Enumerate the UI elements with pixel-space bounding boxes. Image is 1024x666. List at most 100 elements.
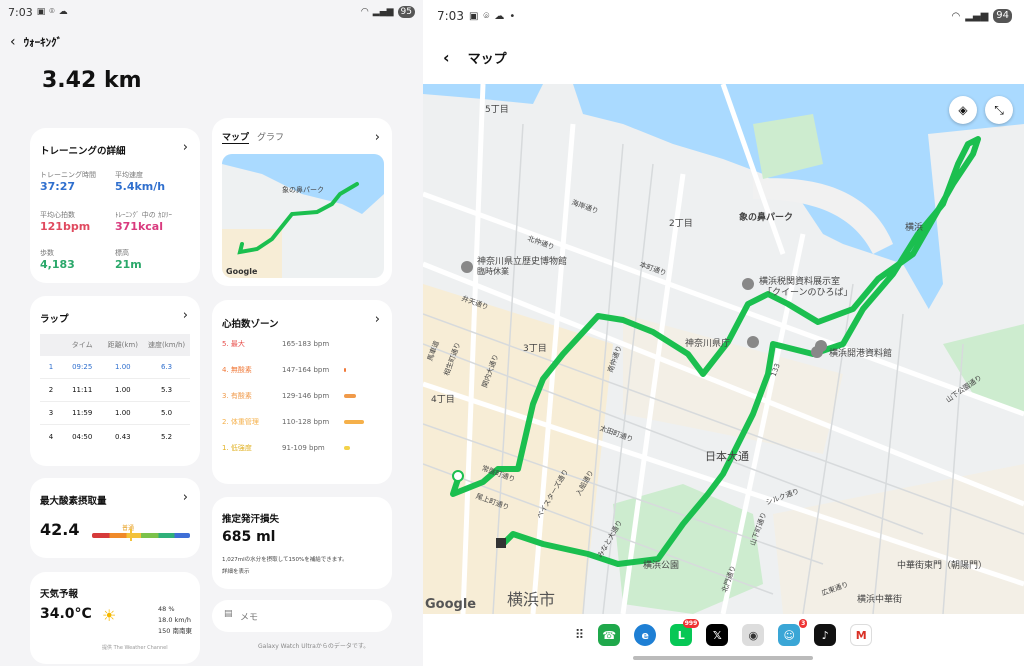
tiktok-app-icon[interactable]: ♪ (814, 624, 837, 646)
weather-direction: 150 南南東 (158, 627, 192, 635)
zone-name: 4. 無酸素 (222, 366, 252, 374)
page-title: ｳｫｰｷﾝｸﾞ (23, 36, 63, 49)
partly-cloudy-icon: ☀ (102, 606, 117, 625)
weather-temp: 34.0°C (40, 606, 92, 622)
location-icon: ⌾ (483, 10, 490, 22)
line-badge: 999 (682, 619, 700, 628)
training-card[interactable]: トレーニングの詳細 › トレーニング時間 37:27 平均速度 5.4km/h … (30, 128, 200, 283)
gesture-handle[interactable] (633, 656, 813, 660)
hr-zone-row: 5. 最大 165-183 bpm (222, 334, 382, 354)
vo2max-title: 最大酸素摂取量 (40, 496, 107, 507)
laps-cell: 1.00 (115, 386, 131, 394)
zone-name: 3. 有酸素 (222, 392, 252, 400)
screenshot-icon: ▣ (468, 10, 479, 22)
back-icon[interactable]: ‹ (443, 48, 450, 67)
collapse-button[interactable]: ⤡ (985, 96, 1013, 124)
sweat-title: 推定発汗損失 (222, 514, 280, 525)
app-drawer-icon[interactable]: ⠿ (575, 628, 585, 643)
training-value: 371kcal (115, 220, 163, 233)
sweat-details-link[interactable]: 詳細を表示 (222, 567, 250, 575)
hr-zones-title: 心拍数ゾーン (222, 319, 279, 330)
training-value: 121bpm (40, 220, 91, 233)
laps-col: 速度(km/h) (147, 341, 186, 349)
map-label: 臨時休業 (477, 267, 509, 276)
x-app-icon[interactable]: 𝕏 (706, 624, 729, 646)
training-label: 歩数 (40, 249, 54, 257)
app-dock: ⠿ ☎ e L 999 𝕏 ◉ ☺ 3 ♪ M (423, 618, 1024, 652)
hr-zones-card[interactable]: 心拍数ゾーン › 5. 最大 165-183 bpm 4. 無酸素 147-16… (212, 300, 392, 484)
vo2max-card[interactable]: 最大酸素摂取量 › 42.4 普通 (30, 478, 200, 558)
chevron-right-icon[interactable]: › (183, 140, 188, 155)
table-row[interactable]: 4 04:50 0.43 5.2 (40, 425, 190, 448)
chevron-right-icon[interactable]: › (183, 308, 188, 323)
training-label: 標高 (115, 249, 129, 257)
table-row[interactable]: 2 11:11 1.00 5.3 (40, 379, 190, 402)
laps-cell: 5.0 (160, 409, 173, 417)
laps-header: タイム 距離(km) 速度(km/h) (40, 334, 190, 356)
edge-app-icon[interactable]: e (634, 624, 657, 646)
camera-app-icon[interactable]: ◉ (742, 624, 765, 646)
tab-graph[interactable]: グラフ (257, 130, 284, 144)
chevron-right-icon[interactable]: › (375, 130, 380, 145)
svg-text:Google: Google (226, 267, 258, 276)
weather-humidity: 48 % (158, 605, 175, 613)
distance-value: 3.42 km (42, 68, 142, 93)
line-app-icon[interactable]: L 999 (670, 619, 700, 646)
hr-zone-row: 3. 有酸素 129-146 bpm (222, 386, 382, 406)
battery-badge: 95 (397, 6, 415, 18)
phone-app-icon[interactable]: ☎ (598, 624, 621, 646)
zone-name: 1. 低強度 (222, 444, 252, 452)
laps-cell: 1 (48, 363, 54, 371)
layers-icon: ◈ (958, 103, 968, 117)
laps-col: 距離(km) (107, 341, 138, 349)
left-pane: 7:03 ▣ ⌾ ☁ ◠ ▂▄▆ 95 ‹ ｳｫｰｷﾝｸﾞ ⋖ ⋮ 3.42 k… (0, 0, 1024, 666)
map-thumbnail[interactable]: 象の鼻パーク Google (222, 154, 384, 278)
laps-cell: 5.3 (160, 386, 173, 394)
training-label: ﾄﾚｰﾆﾝｸﾞ 中の ｶﾛﾘｰ (115, 211, 172, 219)
chevron-right-icon[interactable]: › (183, 490, 188, 505)
memo-card[interactable]: ▤ メモ (212, 600, 392, 632)
laps-table: タイム 距離(km) 速度(km/h) 1 09:25 1.00 6.3 2 1… (40, 334, 190, 448)
back-icon[interactable]: ‹ (10, 34, 16, 50)
location-icon: ⌾ (49, 7, 55, 17)
wifi-icon: ◠ (951, 10, 961, 22)
tab-map[interactable]: マップ (222, 130, 250, 144)
hr-zone-row: 4. 無酸素 147-164 bpm (222, 360, 382, 380)
route-map[interactable]: Google 5丁目 2丁目 3丁目 4丁目 象の鼻パーク 神奈川県立歴史博物館… (423, 84, 1024, 614)
map-label: 中華街東門（朝陽門） (897, 561, 988, 571)
zone-range: 165-183 bpm (282, 340, 330, 348)
laps-cell: 5.2 (160, 432, 173, 441)
map-canvas[interactable]: Google (423, 84, 1024, 614)
table-row[interactable]: 3 11:59 1.00 5.0 (40, 402, 190, 425)
vo2max-scale (92, 533, 190, 538)
training-title: トレーニングの詳細 (40, 146, 126, 157)
chevron-right-icon[interactable]: › (375, 312, 380, 327)
map-pane: 7:03 ▣ ⌾ ☁ • ◠ ▂▄▆ 94 ‹ マップ Google 5丁目 2… (423, 0, 1024, 666)
laps-cell: 0.43 (115, 432, 131, 441)
map-label: 横浜公園 (643, 561, 680, 571)
zone-range: 129-146 bpm (282, 392, 330, 400)
map-header: ‹ マップ (443, 48, 507, 67)
game-app-icon[interactable]: ☺ 3 (778, 619, 808, 646)
zone-bar (344, 420, 364, 424)
training-value: 37:27 (40, 180, 76, 193)
map-preview-card[interactable]: マップ グラフ › 象の鼻パーク Google (212, 118, 392, 286)
signal-icon: ▂▄▆ (965, 10, 989, 22)
dot-icon: • (509, 10, 516, 22)
status-time: 7:03 (437, 9, 464, 23)
collapse-icon: ⤡ (994, 102, 1004, 117)
map-label: 横浜中華街 (857, 595, 903, 605)
map-label: 「クイーンのひろば」 (763, 288, 853, 298)
laps-cell: 2 (48, 386, 54, 394)
laps-card[interactable]: ラップ › タイム 距離(km) 速度(km/h) 1 09:25 1.00 6… (30, 296, 200, 466)
gmail-app-icon[interactable]: M (850, 624, 873, 646)
layers-button[interactable]: ◈ (949, 96, 977, 124)
laps-cell: 1.00 (115, 363, 131, 371)
app-badge: 3 (799, 619, 808, 628)
laps-cell: 1.00 (115, 409, 131, 417)
zone-range: 147-164 bpm (282, 366, 330, 374)
table-row[interactable]: 1 09:25 1.00 6.3 (40, 356, 190, 379)
laps-cell: 4 (48, 432, 54, 441)
zone-range: 91-109 bpm (282, 444, 325, 452)
signal-icon: ▂▄▆ (372, 7, 394, 17)
